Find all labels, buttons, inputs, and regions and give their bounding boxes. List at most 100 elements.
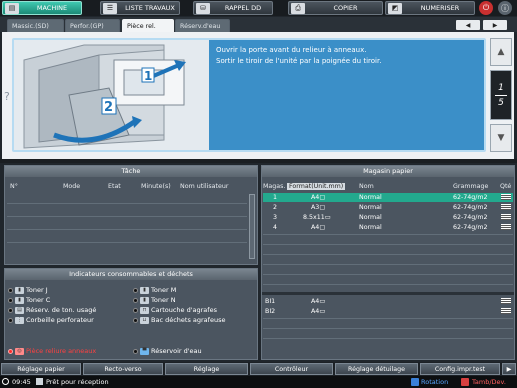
job-col-user: Nom utilisateur [180,183,229,190]
tray-row[interactable]: 3 8.5x11▭ Normal 62-74g/m2 [263,213,513,222]
copier-label: COPIER [333,4,358,12]
job-col-number: N° [10,183,18,190]
tab-adjustment[interactable]: Réglage [165,363,248,375]
tray-row[interactable]: 2 A3▢ Normal 62-74g/m2 [263,203,513,212]
job-col-mode: Mode [63,183,81,190]
rotation-icon [411,378,419,386]
staple-waste-icon: ⊔ [140,316,149,324]
tray-row[interactable]: 4 A4▢ Normal 62-74g/m2 [263,223,513,232]
hdd-icon: ⛁ [196,2,210,14]
status-bar: 09:45 Prêt pour réception Rotation Tamb/… [0,376,517,388]
scanner-icon: ◩ [388,2,402,14]
tab-scroll-right[interactable]: ▶ [502,363,516,375]
rotation-label: Rotation [421,378,449,386]
tray-col-format: Format(Unit.mm) [287,183,346,190]
tab-duplex[interactable]: Recto-verso [83,363,163,375]
help-icon[interactable]: ? [4,90,10,103]
tab-test-print[interactable]: Config.impr.test [420,363,500,375]
page-up-button[interactable]: ▲ [490,38,512,66]
consumable-staple-waste: ⊔ Bac déchets agrafeuse [133,316,225,324]
tray-panel-title: Magasin papier [262,166,514,177]
tab-massic[interactable]: Massic.(SD) [7,19,64,32]
page-scroller: ▲ 1 5 ▼ [490,38,512,152]
scanner-label: NUMERISER [420,4,460,12]
tray-divider [262,292,514,295]
info-icon[interactable]: ⓘ [498,1,512,15]
consumable-toner-y: ▮ Toner J [8,286,48,294]
water-icon: ▀ [140,347,149,355]
copier-icon: ⎙ [291,2,305,14]
tab-next-button[interactable]: ▶ [483,20,507,30]
binder-drawer-illustration: 1 2 [14,40,209,150]
consumable-punch-bin: ⋮ Corbeille perforateur [8,316,94,324]
tray-col-weight: Grammage [453,183,489,190]
job-panel: Tâche N° Mode Etat Minute(s) Nom utilisa… [4,165,258,265]
tray-row-line [263,234,513,235]
tab-water-reservoir[interactable]: Réserv.d'eau [175,19,230,32]
list-icon: ☰ [103,2,117,14]
tray-row-line [263,318,513,319]
consumable-toner-m: ▮ Toner M [133,286,176,294]
job-list-label: LISTE TRAVAUX [125,4,175,12]
recall-hdd-tab[interactable]: ⛁ RAPPEL DD [193,1,273,15]
tray-row-line [263,244,513,245]
status-text: Prêt pour réception [46,378,109,386]
page-total: 5 [498,97,504,108]
consumable-staple-cartridge: ⊓ Cartouche d'agrafes [133,306,217,314]
bypass-row[interactable]: BI2 A4▭ [263,307,513,316]
job-scrollbar[interactable] [249,194,255,259]
top-bar: ▤ MACHINE ☰ LISTE TRAVAUX ⛁ RAPPEL DD ⎙ … [0,0,517,16]
tab-row: Massic.(SD) Perfor.(GP) Pièce rel. Réser… [0,17,517,32]
job-panel-title: Tâche [5,166,257,177]
tray-row-line [263,264,513,265]
page-indicator: 1 5 [490,70,512,120]
staple-icon: ⊓ [140,306,149,314]
power-icon[interactable]: ⏻ [479,1,493,15]
tray-level-icon [501,204,511,210]
tray-row-line [263,338,513,339]
alert-ring-binding: ◎ Pièce reliure anneaux [8,347,96,355]
job-row-line [7,216,247,217]
tab-controller[interactable]: Contrôleur [250,363,333,375]
tab-prev-button[interactable]: ◀ [456,20,480,30]
job-row-line [7,229,247,230]
transfer-label: Tamb/Dev. [472,378,506,386]
tray-row-line [263,328,513,329]
machine-tab[interactable]: ▤ MACHINE [2,1,82,15]
page-down-button[interactable]: ▼ [490,124,512,152]
tab-paper-setting[interactable]: Réglage papier [1,363,81,375]
transfer-icon [461,378,469,386]
job-row-line [7,203,247,204]
tab-ring-binding[interactable]: Pièce rel. [122,19,174,32]
job-col-minutes: Minute(s) [141,183,171,190]
tray-col-name: Nom [359,183,374,190]
machine-icon: ▤ [5,2,19,14]
machine-label: MACHINE [36,4,68,12]
printer-icon [36,378,43,385]
job-list-tab[interactable]: ☰ LISTE TRAVAUX [100,1,180,15]
divider [0,159,517,163]
clock-icon [2,378,9,385]
guide-message-line-2: Sortir le tiroir de l'unité par la poign… [216,57,382,65]
step-one-label: 1 [144,69,152,83]
tab-decurl-adjustment[interactable]: Réglage détuilage [335,363,418,375]
tray-row-line [263,284,513,285]
tray-row[interactable]: 1 A4▢ Normal 62-74g/m2 [263,193,513,202]
job-col-state: Etat [108,183,121,190]
page-current: 1 [498,82,504,93]
consumable-toner-k: ▮ Toner N [133,296,176,304]
tray-header: Magas. Format(Unit.mm) Nom Grammage Qté [263,182,513,191]
recall-hdd-label: RAPPEL DD [224,4,262,12]
tab-perfor[interactable]: Perfor.(GP) [65,19,120,32]
toner-icon: ▮ [15,296,24,304]
scanner-tab[interactable]: ◩ NUMERISER [385,1,475,15]
copier-tab[interactable]: ⎙ COPIER [288,1,383,15]
bottom-tab-bar: Réglage papier Recto-verso Réglage Contr… [0,362,517,376]
tray-col-qty: Qté [500,183,512,190]
guide-message: Ouvrir la porte avant du relieur à annea… [216,45,381,67]
tray-row-line [263,254,513,255]
toner-icon: ▮ [140,286,149,294]
ring-binding-icon: ◎ [15,347,24,355]
bypass-row[interactable]: BI1 A4▭ [263,297,513,306]
step-two-label: 2 [104,100,113,115]
